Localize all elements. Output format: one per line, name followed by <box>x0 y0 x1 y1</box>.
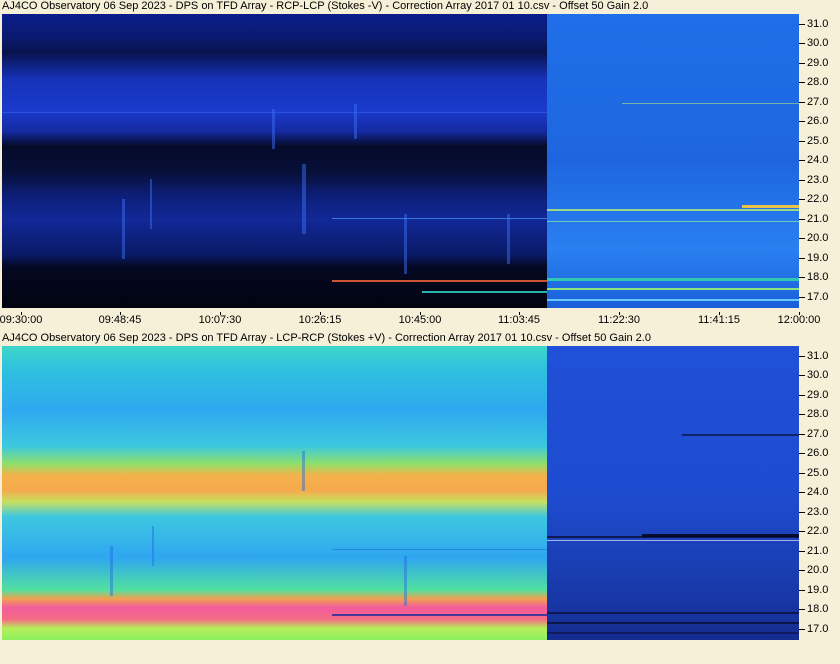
x-tick-label: 10:26:15 <box>298 314 342 326</box>
y-tick-label: 26.0 <box>807 115 829 127</box>
spectrogram-panel-top: AJ4CO Observatory 06 Sep 2023 - DPS on T… <box>0 0 840 330</box>
y-tick-label: 19.0 <box>807 584 829 596</box>
y-tick-label: 30.0 <box>807 369 829 381</box>
x-tick-label: 11:41:15 <box>697 314 741 326</box>
panel-title: AJ4CO Observatory 06 Sep 2023 - DPS on T… <box>2 0 649 12</box>
y-tick-label: 27.0 <box>807 428 829 440</box>
y-tick-label: 22.0 <box>807 525 829 537</box>
y-tick-label: 24.0 <box>807 486 829 498</box>
y-tick-label: 19.0 <box>807 252 829 264</box>
y-tick-label: 26.0 <box>807 447 829 459</box>
x-tick-label: 10:45:00 <box>398 314 442 326</box>
y-tick-label: 20.0 <box>807 232 829 244</box>
x-tick-label: 11:22:30 <box>597 314 641 326</box>
x-axis: 09:30:00 09:48:45 10:07:30 10:26:15 10:4… <box>0 312 840 326</box>
y-tick-label: 31.0 <box>807 350 829 362</box>
y-tick-label: 21.0 <box>807 545 829 557</box>
y-tick-label: 17.0 <box>807 291 829 303</box>
panel-title: AJ4CO Observatory 06 Sep 2023 - DPS on T… <box>2 332 651 344</box>
y-axis: 17.0 18.0 19.0 20.0 21.0 22.0 23.0 24.0 … <box>799 14 840 308</box>
x-tick-label: 09:48:45 <box>98 314 142 326</box>
y-tick-label: 22.0 <box>807 193 829 205</box>
y-tick-label: 29.0 <box>807 57 829 69</box>
y-tick-label: 23.0 <box>807 174 829 186</box>
y-tick-label: 21.0 <box>807 213 829 225</box>
x-tick-label: 12:00:00 <box>777 314 821 326</box>
y-tick-label: 20.0 <box>807 564 829 576</box>
y-tick-label: 28.0 <box>807 76 829 88</box>
y-axis: 17.0 18.0 19.0 20.0 21.0 22.0 23.0 24.0 … <box>799 346 840 640</box>
x-tick-label: 09:30:00 <box>0 314 43 326</box>
spectrogram-image <box>2 346 799 640</box>
y-tick-label: 18.0 <box>807 271 829 283</box>
y-tick-label: 24.0 <box>807 154 829 166</box>
y-tick-label: 27.0 <box>807 96 829 108</box>
y-tick-label: 17.0 <box>807 623 829 635</box>
x-tick-label: 11:03:45 <box>497 314 541 326</box>
spectrogram-image <box>2 14 799 308</box>
y-tick-label: 25.0 <box>807 467 829 479</box>
y-tick-label: 30.0 <box>807 37 829 49</box>
spectrogram-svg <box>2 346 799 640</box>
spectrogram-panel-bottom: AJ4CO Observatory 06 Sep 2023 - DPS on T… <box>0 332 840 664</box>
y-tick-label: 25.0 <box>807 135 829 147</box>
y-tick-label: 31.0 <box>807 18 829 30</box>
x-tick-label: 10:07:30 <box>198 314 242 326</box>
spectrogram-svg <box>2 14 799 308</box>
y-tick-label: 29.0 <box>807 389 829 401</box>
y-tick-label: 18.0 <box>807 603 829 615</box>
y-tick-label: 28.0 <box>807 408 829 420</box>
y-tick-label: 23.0 <box>807 506 829 518</box>
